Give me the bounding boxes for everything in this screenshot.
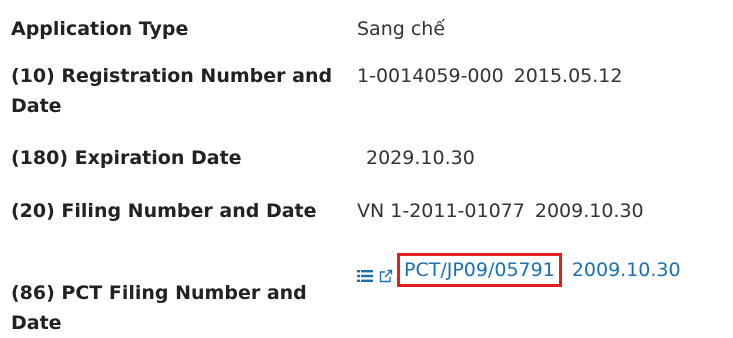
registration-date: 2015.05.12 — [513, 65, 623, 87]
field-value: 1-0014059-000 2015.05.12 — [357, 61, 622, 91]
field-value: Sang chế — [357, 18, 446, 40]
filing-date: 2009.10.30 — [534, 200, 644, 222]
field-label: (86) PCT Filing Number and Date — [11, 278, 346, 338]
registration-number: 1-0014059-000 — [357, 65, 504, 87]
field-label-line1: (10) Registration Number and — [11, 65, 333, 87]
external-link-icon[interactable] — [379, 262, 393, 282]
field-label: (10) Registration Number and Date — [11, 61, 346, 121]
field-label-line1: (86) PCT Filing Number and — [11, 282, 307, 304]
field-label-line2: Date — [11, 95, 62, 117]
pct-filing-date: 2009.10.30 — [571, 259, 681, 281]
field-value: PCT/JP09/05791 2009.10.30 — [357, 253, 681, 287]
field-label-line2: Date — [11, 312, 62, 334]
pct-filing-number-link[interactable]: PCT/JP09/05791 — [404, 256, 555, 284]
field-label: Application Type — [11, 18, 189, 40]
field-value: 2029.10.30 — [366, 147, 475, 169]
pct-highlight-box: PCT/JP09/05791 — [397, 253, 562, 287]
filing-number: VN 1-2011-01077 — [357, 200, 525, 222]
field-value: VN 1-2011-01077 2009.10.30 — [357, 196, 644, 226]
list-icon[interactable] — [357, 262, 373, 282]
field-label: (180) Expiration Date — [11, 147, 242, 169]
field-label: (20) Filing Number and Date — [11, 200, 317, 222]
